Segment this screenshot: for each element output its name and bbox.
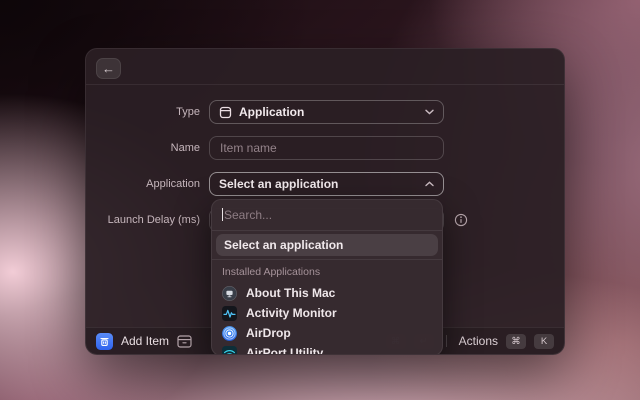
search-input[interactable] — [222, 208, 432, 222]
application-dropdown[interactable]: Select an application — [209, 172, 444, 196]
application-value: Select an application — [219, 177, 418, 191]
form-row-application: Application Select an application — [86, 172, 564, 196]
k-key: K — [534, 334, 554, 349]
form-row-type: Type Application — [86, 100, 564, 124]
list-item-about-this-mac[interactable]: About This Mac — [212, 283, 442, 303]
airport-utility-icon — [222, 346, 237, 356]
application-label: Application — [86, 172, 200, 196]
application-picker-panel: Select an application Installed Applicat… — [211, 199, 443, 355]
name-label: Name — [86, 136, 200, 160]
chevron-up-icon — [425, 181, 434, 187]
launch-delay-label: Launch Delay (ms) — [86, 208, 200, 232]
form-row-name: Name — [86, 136, 564, 160]
dialog-header: ← — [86, 49, 564, 85]
extension-icon — [96, 333, 113, 350]
application-list: About This Mac Activity Monitor — [212, 282, 442, 355]
info-icon[interactable] — [454, 213, 468, 227]
list-item-airdrop[interactable]: AirDrop — [212, 323, 442, 343]
cmd-key: ⌘ — [506, 334, 526, 349]
add-item-dialog: ← Type Application Name Application Sele… — [85, 48, 565, 355]
list-item-activity-monitor[interactable]: Activity Monitor — [212, 303, 442, 323]
list-item-label: About This Mac — [246, 286, 335, 300]
list-item-airport-utility[interactable]: AirPort Utility — [212, 343, 442, 355]
footer-divider — [446, 335, 447, 347]
name-input[interactable] — [209, 136, 444, 160]
type-label: Type — [86, 100, 200, 124]
divider — [212, 230, 442, 231]
activity-monitor-icon — [222, 306, 237, 321]
list-item-label: AirPort Utility — [246, 346, 323, 355]
text-caret — [222, 208, 223, 221]
selected-option-label: Select an application — [224, 238, 343, 252]
actions-button[interactable]: Actions — [459, 334, 498, 348]
about-this-mac-icon — [222, 286, 237, 301]
archive-icon — [177, 335, 192, 348]
search-field[interactable] — [212, 200, 442, 230]
back-button[interactable]: ← — [96, 58, 121, 79]
back-arrow-icon: ← — [102, 61, 115, 76]
chevron-down-icon — [425, 109, 434, 115]
type-dropdown[interactable]: Application — [209, 100, 444, 124]
option-select-an-application[interactable]: Select an application — [216, 234, 438, 256]
section-header: Installed Applications — [212, 260, 442, 282]
command-name: Add Item — [121, 334, 169, 348]
type-value: Application — [239, 105, 418, 119]
list-item-label: AirDrop — [246, 326, 291, 340]
app-window-icon — [219, 106, 232, 119]
airdrop-icon — [222, 326, 237, 341]
list-item-label: Activity Monitor — [246, 306, 337, 320]
